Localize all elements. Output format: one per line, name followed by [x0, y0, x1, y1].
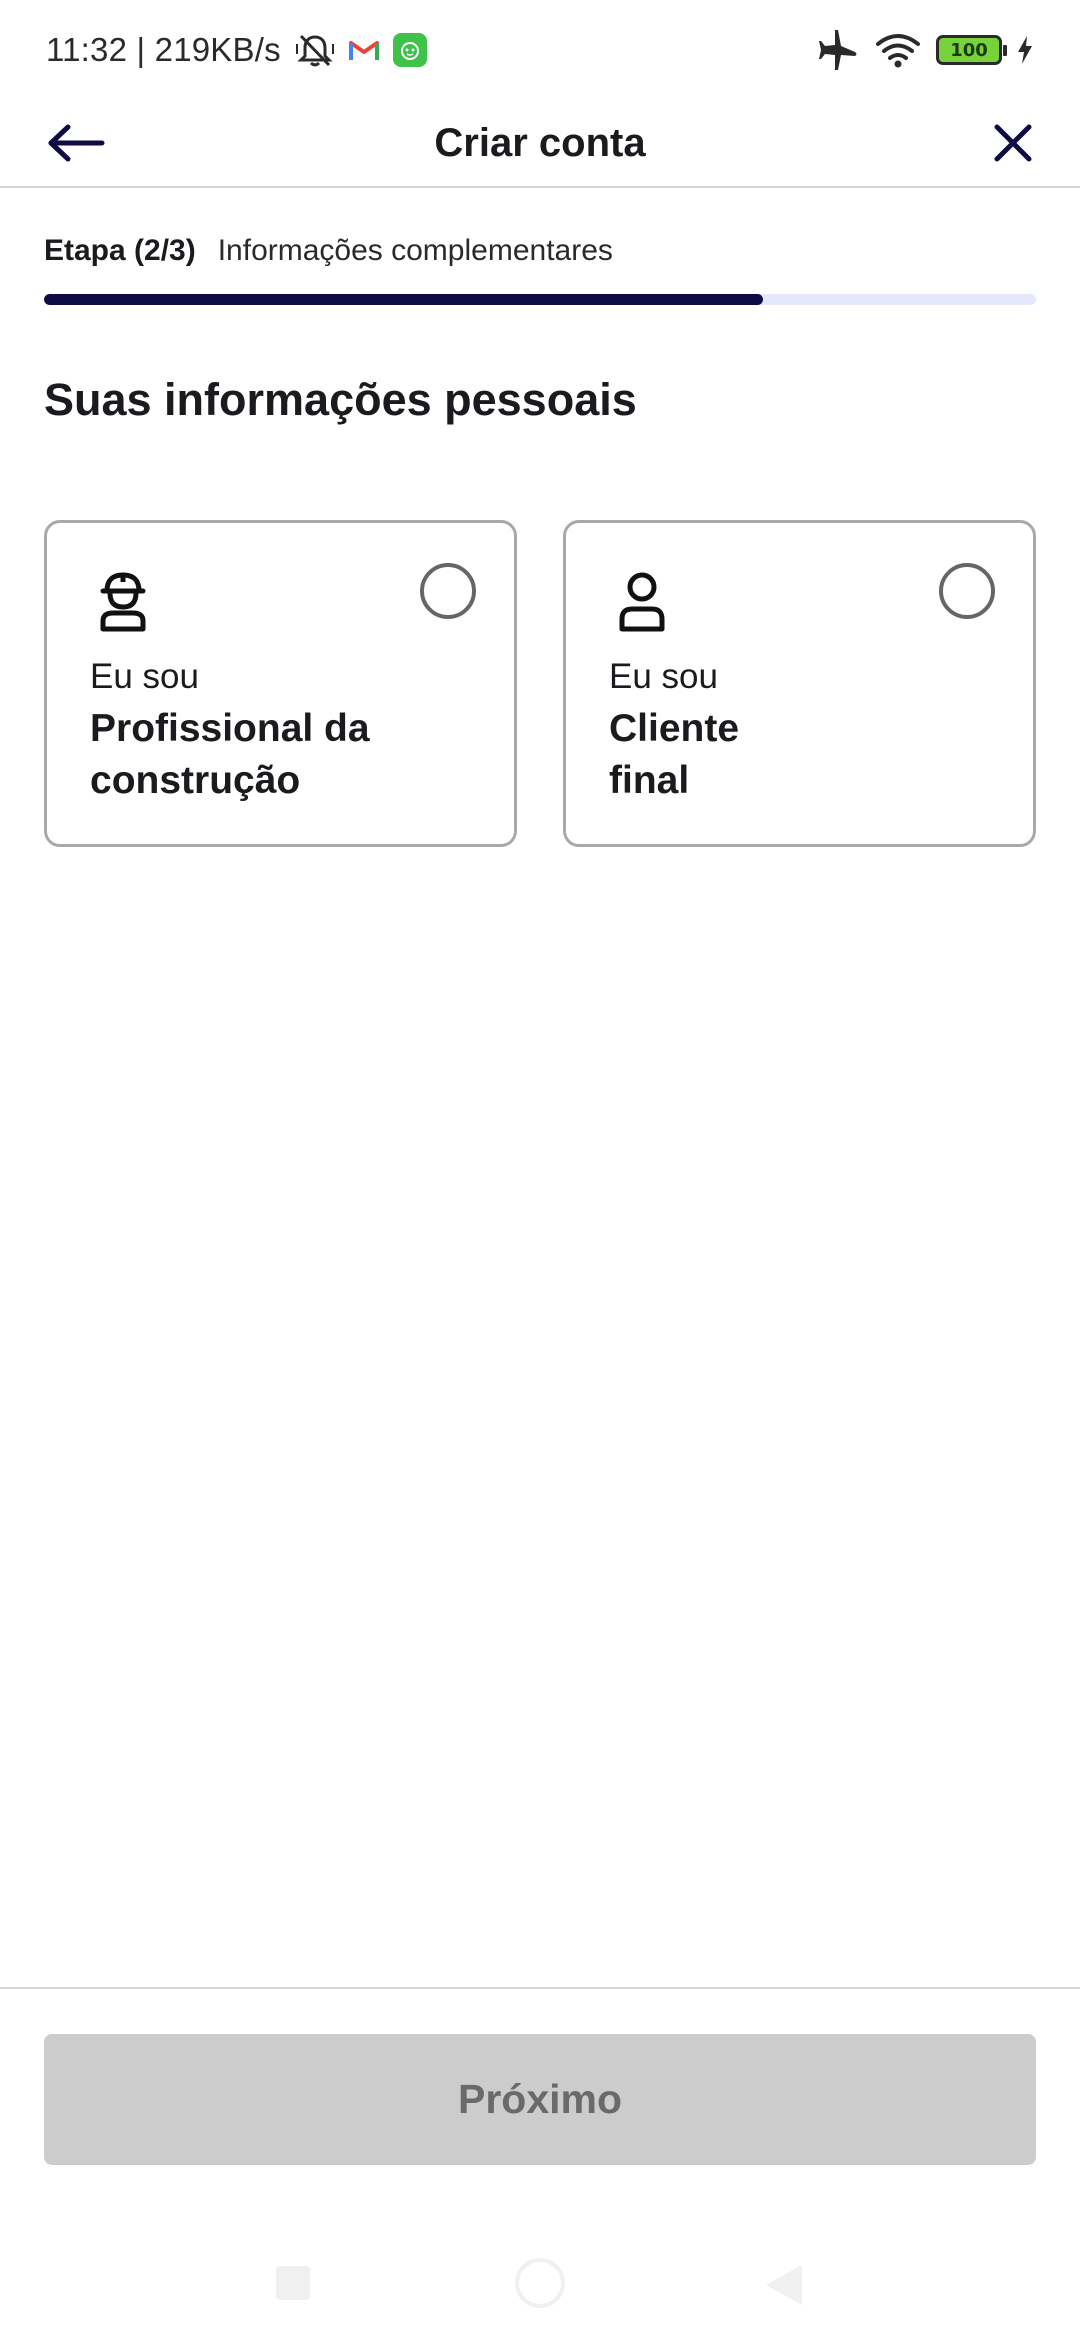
card-eyebrow: Eu sou: [90, 657, 199, 696]
back-triangle-icon[interactable]: [766, 2265, 802, 2305]
card-title-line1: Cliente: [609, 707, 740, 750]
option-card-client[interactable]: Eu sou Cliente final: [563, 520, 1036, 847]
footer-divider: [0, 1987, 1080, 1989]
card-title-line2: construção: [90, 759, 301, 802]
app-bar: Criar conta: [0, 100, 1080, 188]
close-button[interactable]: [988, 116, 1038, 170]
status-bar: 11:32 | 219KB/s 100: [0, 0, 1080, 100]
mute-icon: [295, 32, 335, 68]
close-icon: [994, 124, 1032, 162]
status-time: 11:32 | 219KB/s: [46, 31, 281, 68]
person-icon: [619, 572, 665, 632]
radio-client[interactable]: [939, 563, 995, 619]
step-description: Informações complementares: [217, 234, 613, 267]
create-account-screen: 11:32 | 219KB/s 100 Criar conta Etapa (2…: [0, 0, 1080, 2340]
battery-level: 100: [950, 39, 988, 61]
home-icon[interactable]: [515, 2258, 565, 2308]
status-right: 100: [816, 30, 1034, 70]
page-title: Criar conta: [434, 120, 646, 165]
progress-fill: [44, 294, 764, 305]
wifi-icon: [874, 32, 922, 68]
step-indicator: Etapa (2/3) Informações complementares: [44, 234, 613, 268]
status-left: 11:32 | 219KB/s: [46, 31, 427, 69]
card-title-line2: final: [609, 759, 690, 802]
gmail-icon: [348, 38, 379, 62]
radio-professional[interactable]: [420, 563, 476, 619]
system-nav-bar: [0, 2230, 1080, 2340]
section-title: Suas informações pessoais: [44, 374, 637, 425]
construction-worker-icon: [100, 572, 146, 632]
card-title: Cliente final: [609, 703, 969, 807]
back-button[interactable]: [46, 118, 106, 168]
option-card-professional[interactable]: Eu sou Profissional da construção: [44, 520, 517, 847]
step-label: Etapa (2/3): [44, 234, 196, 267]
progress-bar: [44, 294, 1036, 305]
next-button[interactable]: Próximo: [44, 2034, 1036, 2165]
arrow-left-icon: [48, 124, 105, 162]
card-title: Profissional da construção: [90, 703, 450, 807]
app-badge-icon: [392, 33, 427, 67]
card-eyebrow: Eu sou: [609, 657, 718, 696]
recents-icon[interactable]: [276, 2266, 310, 2300]
charging-icon: [1016, 35, 1034, 65]
airplane-icon: [816, 30, 860, 70]
profile-options: Eu sou Profissional da construção Eu sou…: [44, 520, 1036, 847]
battery-icon: 100: [936, 35, 1007, 65]
card-title-line1: Profissional da: [90, 707, 370, 750]
